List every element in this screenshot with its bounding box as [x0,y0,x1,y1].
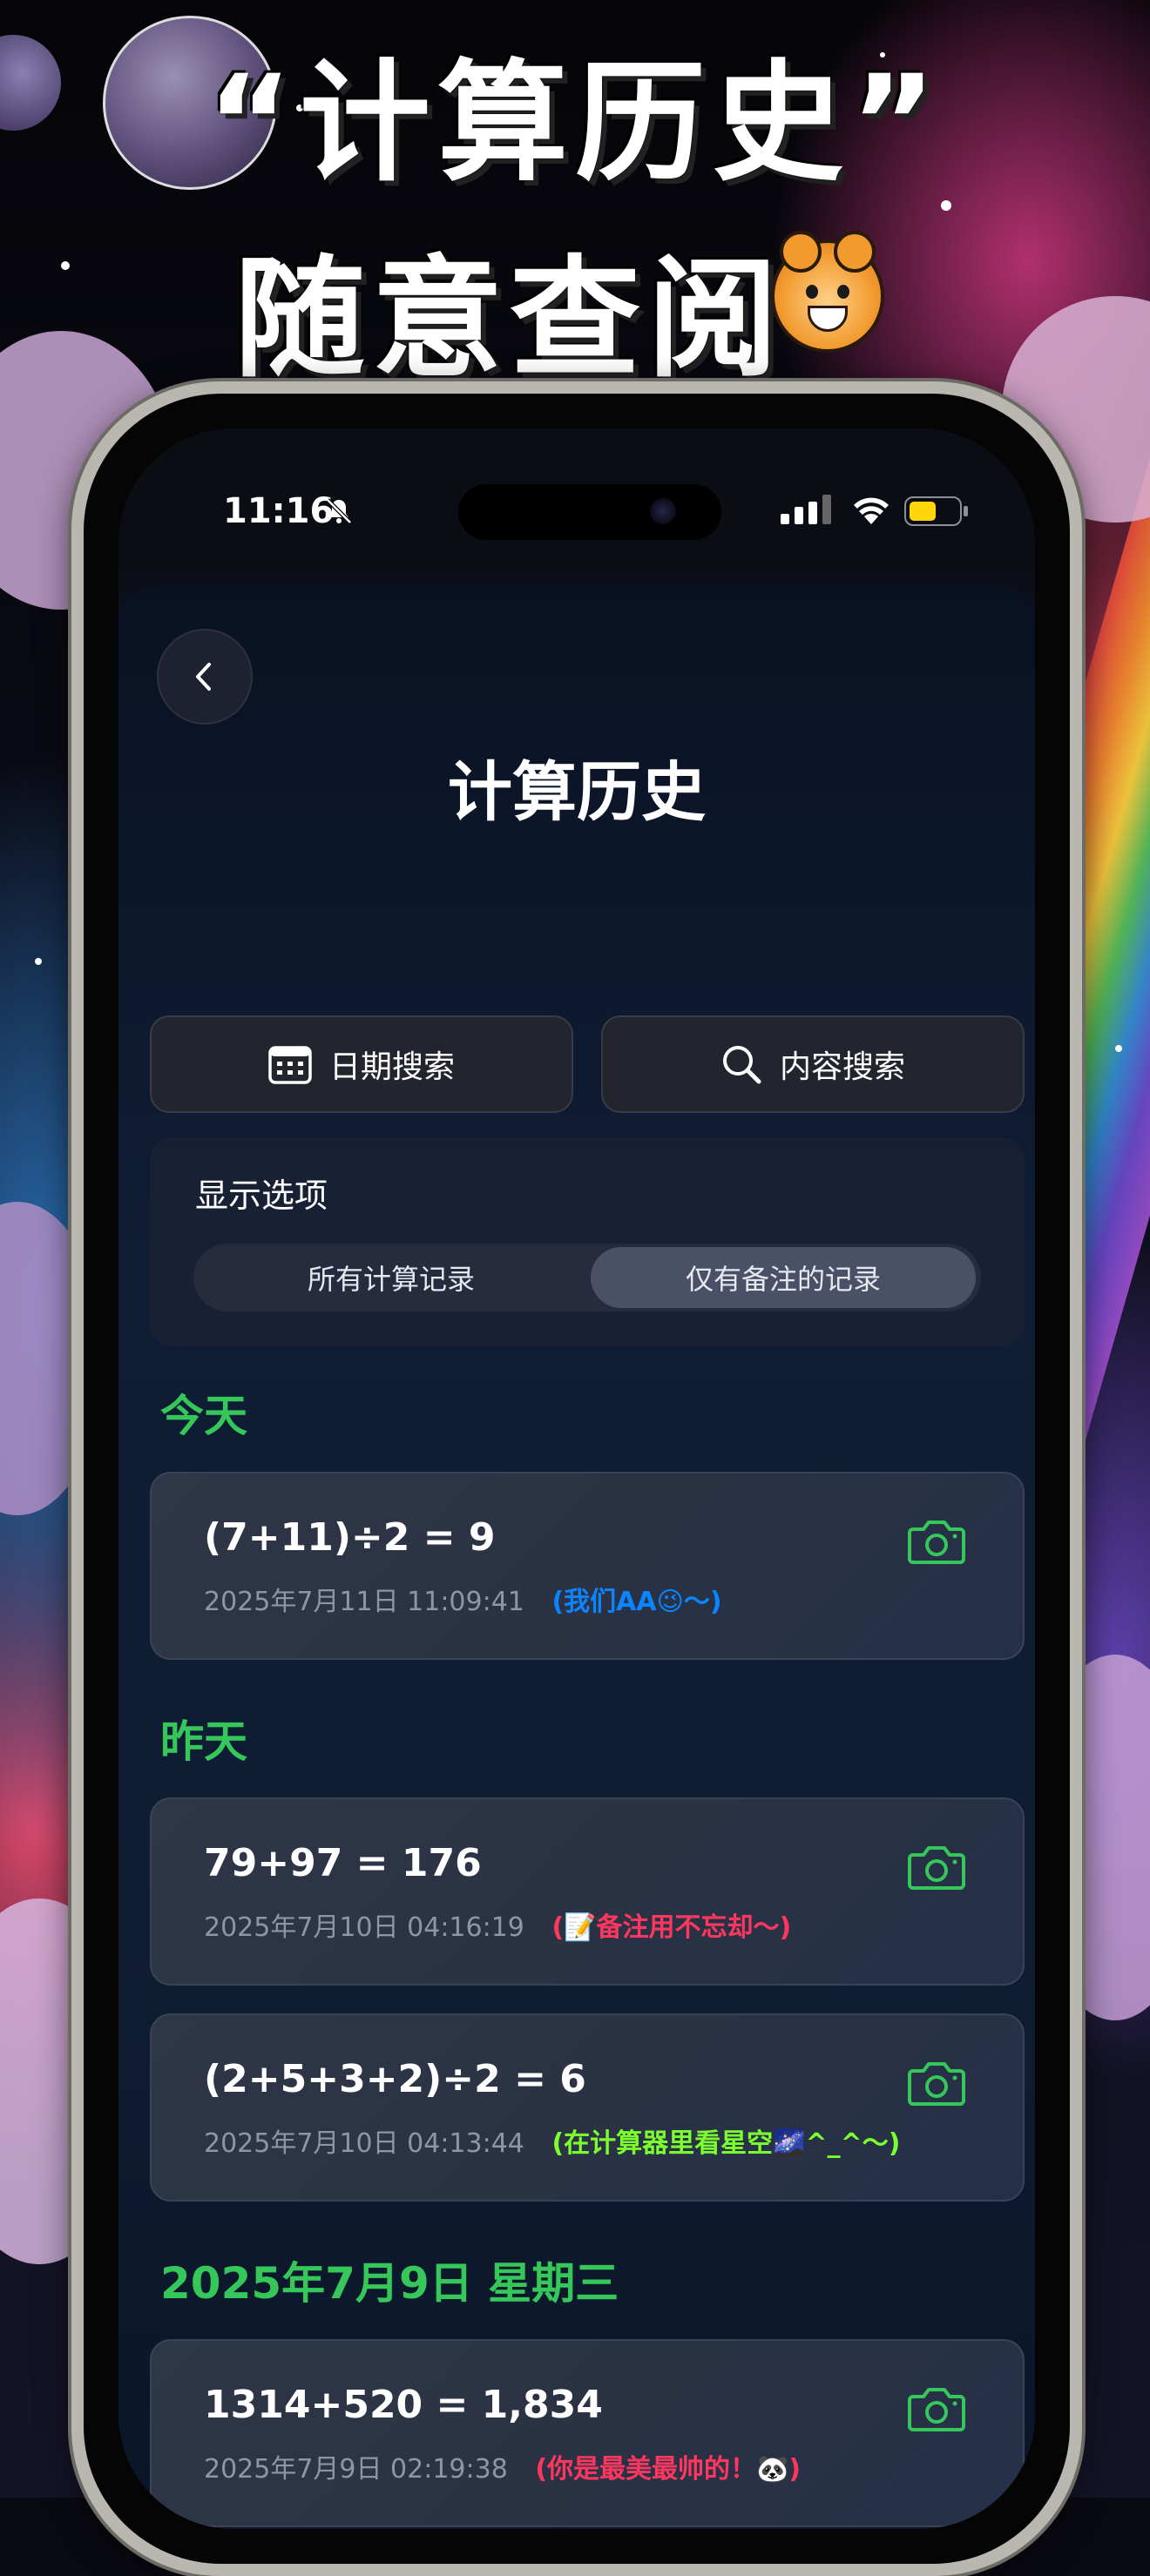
star-decoration [1115,1045,1122,1052]
section-header-today: 今天 [160,1391,247,1441]
tiger-eye [806,285,818,299]
display-filter-segmented-control: 所有计算记录 仅有备注的记录 [193,1244,981,1312]
record-meta: 2025年7月10日 04:16:19 (📝备注用不忘却～) [204,1905,791,1944]
front-camera [650,498,676,524]
poster-title-line2-text: 随意查阅 [233,244,785,395]
status-bar: 11:16 [118,428,1035,550]
status-time: 11:16 [223,491,335,531]
display-options-title: 显示选项 [195,1177,328,1215]
camera-icon[interactable] [908,2384,965,2431]
tiger-mouth [808,306,848,332]
record-datetime: 2025年7月9日 02:19:38 [204,2454,508,2485]
record-meta: 2025年7月10日 04:13:44 (在计算器里看星空🌌^_^～) [204,2121,901,2160]
search-toolbar: 日期搜索 内容搜索 [150,1015,1025,1113]
segment-all-records[interactable]: 所有计算记录 [199,1247,584,1308]
dynamic-island [458,484,721,540]
content-search-button[interactable]: 内容搜索 [601,1015,1025,1113]
record-datetime: 2025年7月10日 04:13:44 [204,2128,524,2159]
tiger-emoji-icon [771,231,884,353]
page-title: 计算历史 [448,755,706,830]
search-icon [722,1046,761,1084]
bell-off-icon [326,498,352,524]
record-note: (在计算器里看星空🌌^_^～) [551,2128,901,2159]
record-expression: 1314+520 = 1,834 [204,2383,603,2427]
camera-icon[interactable] [908,1843,965,1890]
battery-icon [904,496,968,526]
phone-bezel: 11:16 计算历史 日期搜索 内容搜索 显示选项 所有计算记录 仅有备注的记录… [84,394,1070,2564]
content-search-label: 内容搜索 [779,1049,905,1085]
record-note: (📝备注用不忘却～) [551,1912,792,1943]
history-record[interactable]: (2+5+3+2)÷2 = 6 2025年7月10日 04:13:44 (在计算… [150,2013,1025,2202]
record-expression: (7+11)÷2 = 9 [204,1515,496,1560]
history-screen: 计算历史 日期搜索 内容搜索 显示选项 所有计算记录 仅有备注的记录 今天 (7… [118,585,1035,2527]
tiger-eye [837,285,849,299]
phone-screen: 11:16 计算历史 日期搜索 内容搜索 显示选项 所有计算记录 仅有备注的记录… [118,428,1035,2529]
history-record[interactable]: (7+11)÷2 = 9 2025年7月11日 11:09:41 (我们AA😉～… [150,1472,1025,1660]
section-header-yesterday: 昨天 [160,1716,247,1767]
history-record[interactable]: 79+97 = 176 2025年7月10日 04:16:19 (📝备注用不忘却… [150,1797,1025,1986]
display-options-card: 显示选项 所有计算记录 仅有备注的记录 [150,1137,1025,1346]
record-note: (我们AA😉～) [551,1587,722,1617]
cellular-signal-icon [781,495,831,524]
record-note: (你是最美最帅的！🐼) [535,2454,802,2485]
back-button[interactable] [157,629,253,725]
star-decoration [35,958,42,965]
camera-icon[interactable] [908,1517,965,1564]
record-meta: 2025年7月11日 11:09:41 (我们AA😉～) [204,1580,722,1618]
record-expression: 79+97 = 176 [204,1841,482,1885]
record-expression: (2+5+3+2)÷2 = 6 [204,2057,586,2101]
poster-heading: “计算历史” 随意查阅 [0,0,1150,395]
phone-frame: 11:16 计算历史 日期搜索 内容搜索 显示选项 所有计算记录 仅有备注的记录… [71,381,1082,2576]
record-datetime: 2025年7月10日 04:16:19 [204,1912,524,1943]
camera-icon[interactable] [908,2059,965,2106]
wifi-icon [854,497,889,524]
section-header-date: 2025年7月9日 星期三 [160,2258,619,2309]
chevron-left-icon [196,663,211,691]
poster-title-line2: 随意查阅 [0,213,1150,402]
date-search-label: 日期搜索 [328,1049,455,1085]
record-meta: 2025年7月9日 02:19:38 (你是最美最帅的！🐼) [204,2447,801,2485]
history-record[interactable]: 1314+520 = 1,834 2025年7月9日 02:19:38 (你是最… [150,2339,1025,2527]
record-datetime: 2025年7月11日 11:09:41 [204,1587,524,1617]
poster-title-line1: “计算历史” [206,48,944,199]
calendar-icon [268,1046,312,1084]
date-search-button[interactable]: 日期搜索 [150,1015,573,1113]
segment-noted-records[interactable]: 仅有备注的记录 [591,1247,976,1308]
